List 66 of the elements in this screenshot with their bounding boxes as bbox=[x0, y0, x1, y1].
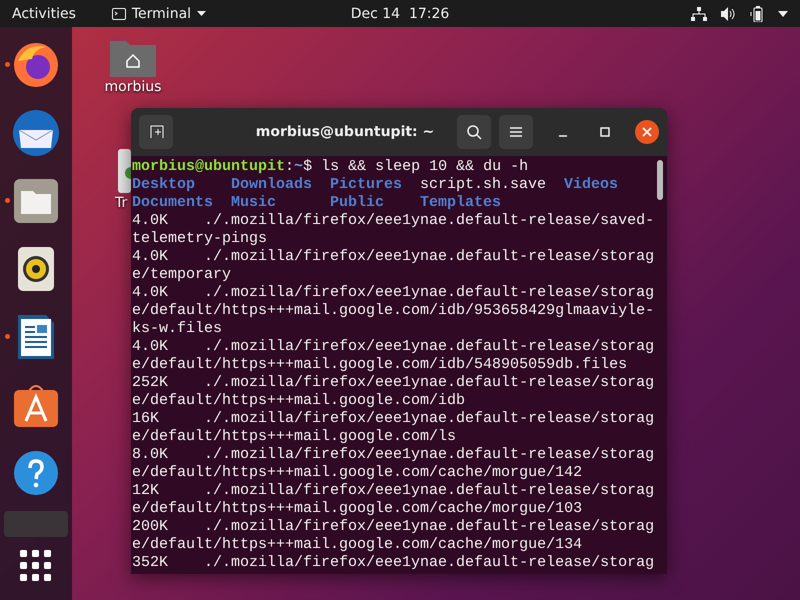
minimize-icon bbox=[558, 135, 568, 137]
search-icon bbox=[466, 124, 482, 140]
dock-launcher[interactable] bbox=[14, 451, 58, 495]
search-button[interactable] bbox=[457, 115, 491, 149]
new-tab-icon bbox=[148, 125, 164, 139]
file-name: script.sh.save bbox=[420, 176, 548, 194]
terminal-icon bbox=[112, 8, 126, 20]
window-title: morbius@ubuntupit: ~ bbox=[254, 124, 436, 140]
close-button[interactable] bbox=[635, 120, 659, 144]
output-line: e/default/https+++mail.google.com/cache/morgue/142 bbox=[132, 464, 584, 482]
directory-name: Documents bbox=[132, 194, 214, 212]
output-line: 4.0K ./.mozilla/firefox/eee1ynae.default-release/storag bbox=[132, 338, 654, 356]
trash-icon[interactable] bbox=[115, 149, 131, 193]
speaker-icon bbox=[18, 247, 54, 291]
directory-name: Pictures bbox=[330, 176, 404, 194]
output-line: 352K ./.mozilla/firefox/eee1ynae.default-release/storag bbox=[132, 554, 654, 572]
menu-icon bbox=[509, 126, 523, 138]
dock-launcher[interactable] bbox=[18, 247, 54, 291]
dock-launcher[interactable] bbox=[18, 315, 54, 359]
output-line: ks-w.files bbox=[132, 320, 224, 338]
shopping-bag-icon bbox=[14, 383, 58, 427]
app-menu[interactable]: Terminal bbox=[112, 6, 206, 22]
output-line: e/default/https+++mail.google.com/cache/morgue/103 bbox=[132, 500, 584, 518]
output-line: e/default/https+++mail.google.com/ls bbox=[132, 428, 458, 446]
help-icon bbox=[14, 451, 58, 495]
close-icon bbox=[642, 127, 652, 137]
output-line: 16K ./.mozilla/firefox/eee1ynae.default-release/storag bbox=[132, 410, 654, 428]
menu-button[interactable] bbox=[499, 115, 533, 149]
document-icon bbox=[18, 315, 54, 359]
app-icon bbox=[4, 511, 68, 537]
clock[interactable]: Dec 14 17:26 bbox=[350, 6, 450, 22]
output-line: telemetry-pings bbox=[132, 230, 268, 248]
desktop-icon-label: Tr bbox=[115, 195, 128, 211]
output-line: 252K ./.mozilla/firefox/eee1ynae.default-release/storag bbox=[132, 374, 654, 392]
home-folder-icon[interactable] bbox=[110, 37, 156, 77]
caret-icon bbox=[197, 11, 206, 16]
output-line: e/default/https+++mail.google.com/idb/953658429glmaaviyle- bbox=[132, 302, 654, 320]
desktop-icon-label: morbius bbox=[104, 79, 162, 95]
scrollbar[interactable] bbox=[657, 160, 663, 200]
output-line: 12K ./.mozilla/firefox/eee1ynae.default-release/storag bbox=[132, 482, 654, 500]
output-line: 4.0K ./.mozilla/firefox/eee1ynae.default-release/storag bbox=[132, 248, 654, 266]
volume-icon[interactable] bbox=[721, 6, 736, 20]
output-line: 8.0K ./.mozilla/firefox/eee1ynae.default-release/storag bbox=[132, 446, 654, 464]
directory-name: Videos bbox=[564, 176, 620, 194]
prompt-line: morbius@ubuntupit:~$ ls && sleep 10 && du -h bbox=[132, 158, 530, 176]
app-grid-icon[interactable] bbox=[20, 550, 52, 582]
output-line: e/default/https+++mail.google.com/cache/morgue/134 bbox=[132, 536, 584, 554]
caret-icon[interactable] bbox=[778, 10, 788, 16]
dock-launcher[interactable] bbox=[14, 383, 58, 427]
folder-icon bbox=[14, 179, 58, 223]
output-line: e/default/https+++mail.google.com/idb bbox=[132, 392, 466, 410]
directory-name: Public bbox=[330, 194, 386, 212]
activities-button[interactable]: Activities bbox=[0, 6, 88, 22]
directory-name: Downloads bbox=[231, 176, 314, 194]
output-line: 4.0K ./.mozilla/firefox/eee1ynae.default-release/storag bbox=[132, 284, 654, 302]
directory-name: Music bbox=[231, 194, 278, 212]
output-line: 4.0K ./.mozilla/firefox/eee1ynae.default-release/saved- bbox=[132, 212, 654, 230]
battery-icon[interactable] bbox=[750, 6, 764, 22]
maximize-icon bbox=[600, 127, 610, 137]
directory-name: Templates bbox=[420, 194, 502, 212]
network-icon[interactable] bbox=[691, 6, 707, 20]
output-line: 200K ./.mozilla/firefox/eee1ynae.default-release/storag bbox=[132, 518, 654, 536]
output-line: e/default/https+++mail.google.com/idb/548905059db.files bbox=[132, 356, 628, 374]
output-line: e/temporary bbox=[132, 266, 232, 284]
new-tab-button[interactable] bbox=[139, 115, 173, 149]
directory-name: Desktop bbox=[132, 176, 196, 194]
